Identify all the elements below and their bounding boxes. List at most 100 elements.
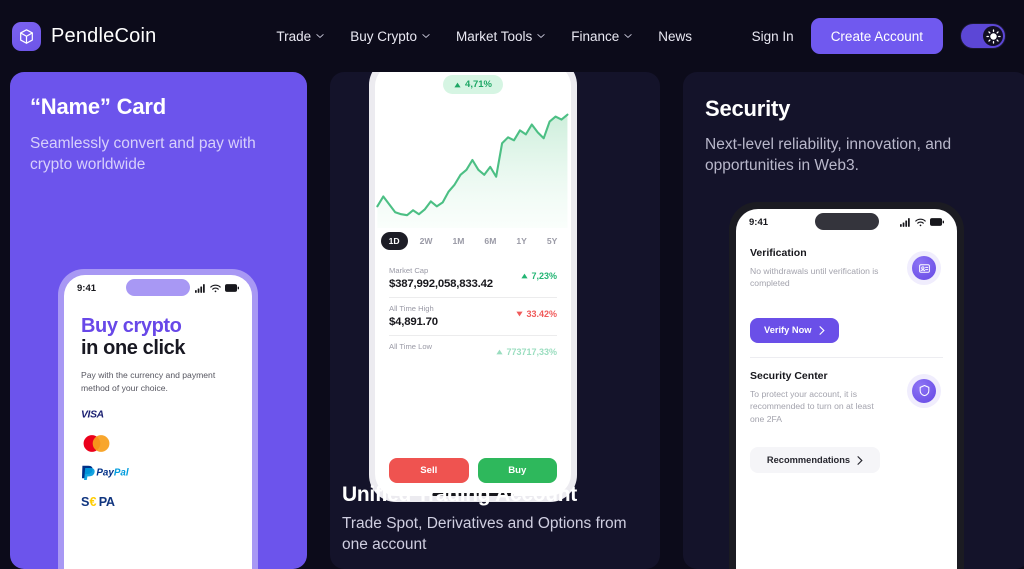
stat-delta-value: 33.42%: [526, 309, 557, 319]
timeframe-1m[interactable]: 1M: [444, 232, 472, 250]
change-badge-value: 4,71%: [465, 79, 492, 90]
verification-panel: Verification No withdrawals until verifi…: [736, 235, 957, 358]
status-bar: 9:41: [736, 209, 957, 235]
phone-screen: 9:41: [736, 209, 957, 569]
timeframe-6m[interactable]: 6M: [476, 232, 504, 250]
feature-cards: “Name” Card Seamlessly convert and pay w…: [0, 72, 1024, 569]
nav-label: Finance: [571, 28, 620, 44]
security-center-panel: Security Center To protect your account,…: [736, 358, 957, 474]
chevron-right-icon: [818, 326, 825, 335]
wifi-icon: [210, 284, 221, 292]
brand-logo[interactable]: PendleCoin: [12, 21, 157, 51]
stat-delta: 773717,33%: [496, 347, 557, 357]
recommendations-button[interactable]: Recommendations: [750, 447, 880, 474]
caret-up-icon: [521, 273, 529, 279]
card-subtitle: Seamlessly convert and pay with crypto w…: [30, 135, 256, 173]
timeframe-1d[interactable]: 1D: [380, 232, 408, 250]
card-title: Security: [705, 96, 791, 121]
nav-label: Trade: [276, 28, 312, 44]
theme-toggle[interactable]: [960, 23, 1006, 49]
phone-body-text: Pay with the currency and payment method…: [81, 369, 216, 393]
svg-text:PA: PA: [99, 495, 115, 509]
sun-icon: [983, 26, 1003, 46]
phone-screen: 9:41: [64, 275, 252, 569]
payment-logo-sepa: S € PA: [81, 493, 235, 510]
create-account-button[interactable]: Create Account: [810, 18, 943, 54]
nav-item-news[interactable]: News: [658, 29, 692, 44]
card-unified-trading-account[interactable]: 4,71% 1D 2W 1M 6M 1Y 5Y Market Cap $387,…: [330, 72, 660, 569]
phone-heading-primary: Buy crypto: [81, 315, 182, 337]
cube-icon: [12, 21, 41, 51]
stat-delta-value: 7,23%: [531, 271, 557, 281]
nav-label: News: [658, 28, 693, 44]
chevron-down-icon: [316, 32, 324, 40]
svg-text:VISA: VISA: [81, 410, 104, 421]
security-center-body: To protect your account, it is recommend…: [750, 388, 874, 424]
stat-delta-value: 773717,33%: [506, 347, 557, 357]
card-title: Unified Trading Account: [342, 483, 577, 507]
stat-row: Market Cap $387,992,058,833.42 7,23%: [389, 260, 557, 298]
caret-up-icon: [496, 349, 504, 355]
phone-mockup-trading: 4,71% 1D 2W 1M 6M 1Y 5Y Market Cap $387,…: [369, 72, 577, 502]
chevron-down-icon: [422, 32, 430, 40]
signal-icon: [195, 283, 205, 293]
nav-item-buy-crypto[interactable]: Buy Crypto: [350, 29, 430, 44]
nav-item-market-tools[interactable]: Market Tools: [456, 29, 545, 44]
payment-logo-visa: VISA: [81, 406, 235, 423]
svg-text:Pal: Pal: [114, 468, 129, 479]
card-subtitle: Trade Spot, Derivatives and Options from…: [342, 515, 627, 553]
phone-content: Buy crypto in one click Pay with the cur…: [64, 301, 252, 510]
status-bar-time: 9:41: [77, 282, 97, 294]
svg-text:€: €: [90, 495, 97, 509]
nav-item-finance[interactable]: Finance: [571, 29, 632, 44]
caret-down-icon: [516, 311, 524, 317]
phone-heading-secondary: in one click: [81, 337, 186, 360]
verify-now-button[interactable]: Verify Now: [750, 317, 839, 343]
stat-delta: 33.42%: [516, 309, 557, 319]
phone-mockup-security: 9:41 Verification No withdrawals until v…: [729, 202, 964, 569]
recommendations-label: Recommendations: [766, 455, 851, 466]
svg-text:Pay: Pay: [96, 468, 114, 479]
chevron-down-icon: [624, 32, 632, 40]
buy-button[interactable]: Buy: [477, 457, 557, 483]
phone-screen: 4,71% 1D 2W 1M 6M 1Y 5Y Market Cap $387,…: [375, 72, 571, 496]
timeframe-5y[interactable]: 5Y: [539, 232, 566, 250]
nav-item-trade[interactable]: Trade: [276, 29, 324, 44]
trade-actions: Sell Buy: [375, 452, 571, 483]
chevron-right-icon: [857, 455, 863, 465]
dynamic-island: [814, 213, 879, 230]
card-subtitle: Next-level reliability, innovation, and …: [705, 136, 952, 174]
card-name-card[interactable]: “Name” Card Seamlessly convert and pay w…: [10, 72, 307, 569]
dynamic-island: [126, 279, 190, 296]
verify-now-label: Verify Now: [764, 325, 812, 336]
caret-up-icon: [454, 82, 461, 87]
stat-row: All Time Low 773717,33%: [389, 336, 557, 358]
status-bar-icons: [195, 283, 239, 293]
timeframe-2w[interactable]: 2W: [412, 232, 441, 250]
header-actions: Sign In Create Account: [752, 18, 1006, 54]
battery-icon: [225, 284, 239, 292]
shield-icon: [907, 373, 941, 408]
brand-name: PendleCoin: [51, 24, 157, 47]
payment-logo-paypal: Pay Pal: [81, 464, 235, 481]
svg-text:S: S: [81, 495, 89, 509]
id-card-icon: [907, 251, 941, 285]
payment-methods: VISA Pay Pal S € PA: [81, 406, 235, 510]
sign-in-link[interactable]: Sign In: [752, 29, 794, 44]
card-title: “Name” Card: [30, 94, 166, 119]
main-nav: Trade Buy Crypto Market Tools Finance Ne…: [276, 29, 692, 44]
chevron-down-icon: [537, 32, 545, 40]
phone-mockup-payments: 9:41 Buy crypto in one click Pay with th…: [58, 269, 258, 569]
sell-button[interactable]: Sell: [389, 457, 469, 483]
price-chart: [375, 90, 571, 228]
status-bar-time: 9:41: [749, 216, 769, 228]
market-stats: Market Cap $387,992,058,833.42 7,23% All…: [375, 250, 571, 452]
stat-row: All Time High $4,891.70 33.42%: [389, 298, 557, 336]
card-security[interactable]: Security Next-level reliability, innovat…: [683, 72, 1024, 569]
site-header: PendleCoin Trade Buy Crypto Market Tools…: [0, 0, 1024, 72]
status-bar-icons: [900, 217, 944, 227]
wifi-icon: [915, 218, 926, 226]
nav-label: Buy Crypto: [350, 28, 417, 44]
verification-body: No withdrawals until verification is com…: [750, 266, 879, 289]
timeframe-1y[interactable]: 1Y: [508, 232, 535, 250]
